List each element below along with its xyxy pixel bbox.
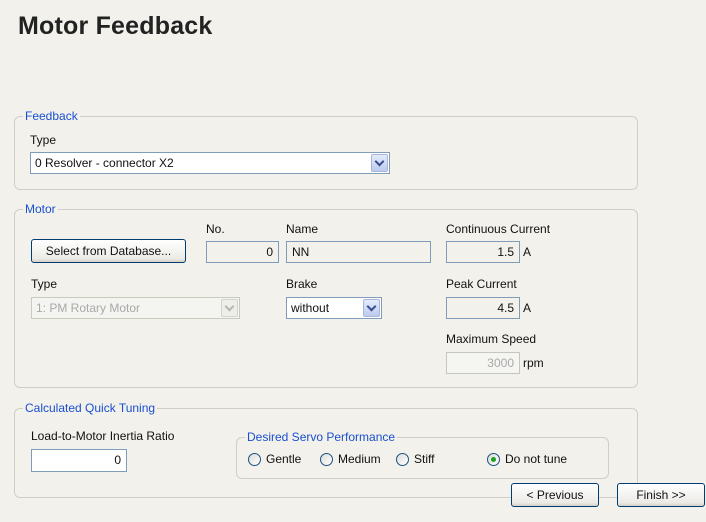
radio-gentle[interactable] [248, 453, 261, 466]
max-speed-label: Maximum Speed [446, 332, 537, 346]
motor-no-field[interactable]: 0 [206, 241, 279, 263]
finish-button[interactable]: Finish >> [617, 483, 705, 507]
continuous-current-unit: A [523, 245, 532, 259]
radio-do-not-tune-label[interactable]: Do not tune [505, 452, 567, 466]
motor-legend: Motor [23, 202, 58, 216]
feedback-group: Feedback Type 0 Resolver - connector X2 [14, 109, 638, 190]
motor-name-label: Name [286, 222, 319, 236]
previous-button[interactable]: < Previous [511, 483, 599, 507]
select-from-database-button[interactable]: Select from Database... [31, 239, 186, 263]
feedback-legend: Feedback [23, 109, 80, 123]
motor-group: Motor Select from Database... No. 0 Name… [14, 202, 638, 388]
radio-medium[interactable] [320, 453, 333, 466]
quick-tuning-legend: Calculated Quick Tuning [23, 401, 158, 415]
continuous-current-label: Continuous Current [446, 222, 551, 236]
max-speed-unit: rpm [523, 356, 544, 370]
page-title: Motor Feedback [18, 12, 213, 40]
chevron-down-icon [366, 301, 377, 311]
continuous-current-field[interactable]: 1.5 [446, 241, 520, 263]
motor-type-value: 1: PM Rotary Motor [36, 301, 141, 315]
feedback-type-dropdown-button[interactable] [371, 154, 388, 172]
motor-type-label: Type [31, 277, 58, 291]
chevron-down-icon [224, 301, 235, 311]
brake-value: without [291, 301, 330, 315]
motor-no-label: No. [206, 222, 225, 236]
motor-type-select: 1: PM Rotary Motor [31, 297, 240, 319]
peak-current-field[interactable]: 4.5 [446, 297, 520, 319]
feedback-type-label: Type [30, 133, 57, 147]
servo-performance-group: Desired Servo Performance Gentle Medium … [236, 430, 609, 479]
radio-gentle-label[interactable]: Gentle [266, 452, 301, 466]
brake-select[interactable]: without [286, 297, 382, 319]
inertia-ratio-label: Load-to-Motor Inertia Ratio [31, 429, 175, 443]
feedback-type-value: 0 Resolver - connector X2 [35, 156, 174, 170]
peak-current-unit: A [523, 301, 532, 315]
radio-stiff-label[interactable]: Stiff [414, 452, 434, 466]
motor-name-field[interactable]: NN [286, 241, 431, 263]
inertia-ratio-input[interactable]: 0 [31, 449, 127, 472]
brake-dropdown-button[interactable] [363, 299, 380, 317]
feedback-type-select[interactable]: 0 Resolver - connector X2 [30, 152, 390, 174]
brake-label: Brake [286, 277, 318, 291]
radio-medium-label[interactable]: Medium [338, 452, 381, 466]
servo-performance-legend: Desired Servo Performance [245, 430, 398, 444]
chevron-down-icon [374, 156, 385, 166]
max-speed-field: 3000 [446, 352, 520, 374]
radio-do-not-tune[interactable] [487, 453, 500, 466]
peak-current-label: Peak Current [446, 277, 517, 291]
motor-type-dropdown-button [221, 299, 238, 317]
radio-stiff[interactable] [396, 453, 409, 466]
